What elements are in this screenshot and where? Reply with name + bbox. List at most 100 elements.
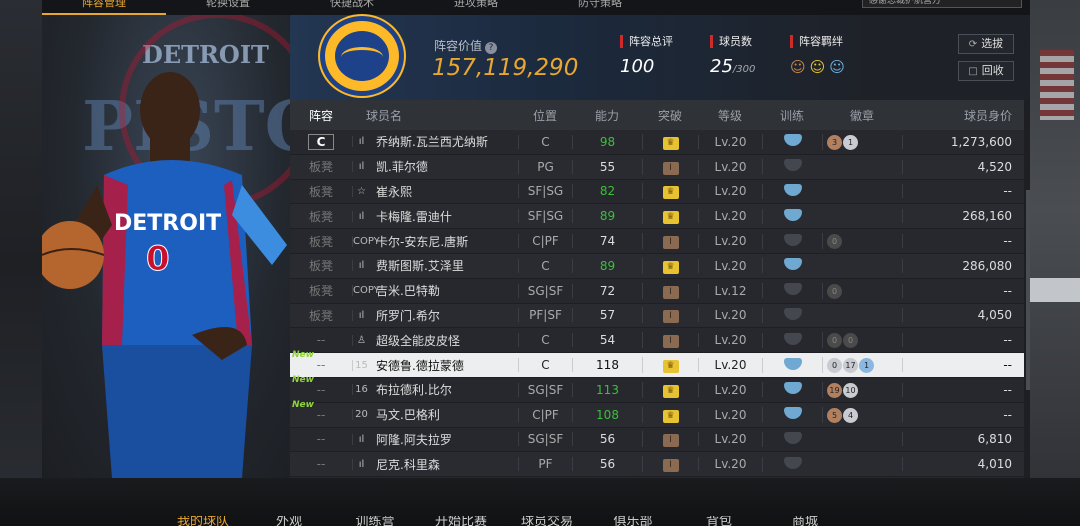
cell-breakthrough[interactable]: ♛: [642, 357, 698, 374]
nav-club[interactable]: 俱乐部: [590, 516, 676, 526]
col-position[interactable]: 位置: [518, 107, 572, 124]
cell-breakthrough[interactable]: ♛: [642, 133, 698, 150]
cell-position: SG|SF: [518, 283, 572, 298]
breakthrough-locked-icon: I: [662, 285, 679, 299]
cell-lineup: 板凳: [290, 158, 352, 175]
table-scrollbar[interactable]: [1026, 190, 1030, 390]
player-card-icon: 15: [352, 359, 370, 371]
cell-training[interactable]: [762, 357, 822, 373]
cell-breakthrough[interactable]: I: [642, 456, 698, 473]
bond-icons[interactable]: ☺☺☺: [790, 58, 849, 76]
cell-training[interactable]: [762, 307, 822, 323]
cell-badges[interactable]: 0: [822, 233, 902, 250]
cell-training[interactable]: [762, 159, 822, 175]
cell-ability: 72: [572, 283, 642, 298]
cell-badges[interactable]: 19 10: [822, 381, 902, 398]
cell-player-value: --: [902, 407, 1024, 422]
cell-player-value: 4,010: [902, 457, 1024, 472]
table-row[interactable]: -- ıl 阿隆.阿夫拉罗 SG|SF 56 I Lv.20 6,810: [290, 428, 1024, 453]
crown-icon: ♛: [662, 136, 679, 150]
cell-training[interactable]: [762, 407, 822, 423]
nav-training-camp[interactable]: 训练营: [332, 516, 418, 526]
table-row[interactable]: New -- 15 安德鲁.德拉蒙德 C 118 ♛ Lv.20 0 17 1 --: [290, 350, 1024, 378]
badge-icon: 19: [827, 382, 842, 398]
cell-position: C: [518, 358, 572, 373]
cell-training[interactable]: [762, 283, 822, 299]
col-player-value[interactable]: 球员身价: [902, 107, 1024, 124]
col-lineup[interactable]: 阵容: [290, 107, 352, 124]
col-breakthrough[interactable]: 突破: [642, 107, 698, 124]
table-row[interactable]: 板凳 ☆ 崔永熙 SF|SG 82 ♛ Lv.20 --: [290, 180, 1024, 205]
table-row[interactable]: 板凳 ıl 凯.菲尔德 PG 55 I Lv.20 4,520: [290, 154, 1024, 180]
cell-training[interactable]: [762, 258, 822, 274]
table-row[interactable]: 板凳 ıl 卡梅隆.雷迪什 SF|SG 89 ♛ Lv.20 268,160: [290, 204, 1024, 230]
col-player-name[interactable]: 球员名: [352, 107, 518, 124]
cell-training[interactable]: [762, 382, 822, 398]
cell-badges[interactable]: 00: [822, 332, 902, 349]
table-body: C ıl 乔纳斯.瓦兰西尤纳斯 C 98 ♛ Lv.20 31 1,273,60…: [290, 130, 1024, 478]
cell-badges[interactable]: 54: [822, 406, 902, 423]
table-row[interactable]: -- ıl 尼克.科里森 PF 56 I Lv.20 4,010: [290, 452, 1024, 478]
table-row[interactable]: 板凳 COPY 吉米.巴特勒 SG|SF 72 I Lv.12 0 --: [290, 279, 1024, 304]
tab-offense-strategy[interactable]: 进攻策略: [414, 0, 538, 15]
tab-defense-strategy[interactable]: 防守策略: [538, 0, 662, 15]
cell-badges[interactable]: 0 17 1: [822, 357, 902, 374]
table-row[interactable]: 板凳 COPY 卡尔-安东尼.唐斯 C|PF 74 I Lv.20 0 --: [290, 229, 1024, 254]
table-row[interactable]: 板凳 ıl 费斯图斯.艾泽里 C 89 ♛ Lv.20 286,080: [290, 253, 1024, 279]
col-ability[interactable]: 能力: [572, 107, 642, 124]
cell-training[interactable]: [762, 456, 822, 472]
cell-breakthrough[interactable]: I: [642, 158, 698, 175]
table-row[interactable]: New -- 16 布拉德利.比尔 SG|SF 113 ♛ Lv.20 19 10 …: [290, 375, 1024, 403]
table-row[interactable]: -- ♙ 超级全能皮皮怪 C 54 I Lv.20 00 --: [290, 328, 1024, 354]
cell-training[interactable]: [762, 183, 822, 199]
player-count-value: 25/300: [710, 56, 756, 77]
training-shield-icon: [783, 431, 802, 444]
tab-lineup-management[interactable]: 阵容管理: [42, 0, 166, 15]
cell-badges[interactable]: 31: [822, 133, 902, 150]
nav-player-trade[interactable]: 球员交易: [504, 516, 590, 526]
select-button[interactable]: ⟳ 选拔: [958, 34, 1014, 54]
cell-breakthrough[interactable]: I: [642, 282, 698, 299]
lineup-rating-stat: 阵容总评 100: [620, 35, 673, 77]
cell-training[interactable]: [762, 332, 822, 348]
nav-appearance[interactable]: 外观: [246, 516, 332, 526]
cell-breakthrough[interactable]: ♛: [642, 183, 698, 200]
cell-breakthrough[interactable]: I: [642, 307, 698, 324]
lineup-value-label: 阵容价值?: [434, 37, 498, 54]
nav-store[interactable]: 商城: [762, 516, 848, 526]
help-icon[interactable]: ?: [485, 42, 498, 54]
col-level[interactable]: 等级: [698, 107, 762, 124]
cell-player-name: 乔纳斯.瓦兰西尤纳斯: [376, 135, 488, 150]
tab-quick-tactics[interactable]: 快捷战术: [290, 0, 414, 15]
table-row[interactable]: 板凳 ıl 所罗门.希尔 PF|SF 57 I Lv.20 4,050: [290, 303, 1024, 329]
cell-training[interactable]: [762, 208, 822, 224]
table-row[interactable]: New -- 20 马文.巴格利 C|PF 108 ♛ Lv.20 54 --: [290, 400, 1024, 428]
lineup-rating-label: 阵容总评: [620, 35, 673, 48]
nav-start-game[interactable]: 开始比赛: [418, 516, 504, 526]
cell-breakthrough[interactable]: I: [642, 233, 698, 250]
cell-player-value: 268,160: [902, 209, 1024, 224]
cell-breakthrough[interactable]: ♛: [642, 406, 698, 423]
lineup-select-dropdown[interactable]: 感谢总裁护航营方: [862, 0, 1022, 8]
cell-training[interactable]: [762, 233, 822, 249]
cell-breakthrough[interactable]: I: [642, 431, 698, 448]
cell-breakthrough[interactable]: ♛: [642, 257, 698, 274]
tab-rotation-settings[interactable]: 轮换设置: [166, 0, 290, 15]
cell-level: Lv.20: [698, 258, 762, 273]
recycle-button[interactable]: □ 回收: [958, 61, 1014, 81]
cell-position: C: [518, 258, 572, 273]
cell-breakthrough[interactable]: ♛: [642, 208, 698, 225]
team-logo-icon: [320, 16, 404, 96]
nav-backpack[interactable]: 背包: [676, 516, 762, 526]
col-badges[interactable]: 徽章: [822, 107, 902, 124]
cell-breakthrough[interactable]: I: [642, 332, 698, 349]
col-training[interactable]: 训练: [762, 107, 822, 124]
cell-training[interactable]: [762, 431, 822, 447]
cell-level: Lv.20: [698, 407, 762, 422]
cell-training[interactable]: [762, 134, 822, 150]
cell-badges[interactable]: 0: [822, 282, 902, 299]
cell-lineup: New --: [290, 400, 352, 422]
nav-my-team[interactable]: 我的球队: [160, 516, 246, 526]
table-row[interactable]: C ıl 乔纳斯.瓦兰西尤纳斯 C 98 ♛ Lv.20 31 1,273,60…: [290, 130, 1024, 155]
cell-breakthrough[interactable]: ♛: [642, 381, 698, 398]
